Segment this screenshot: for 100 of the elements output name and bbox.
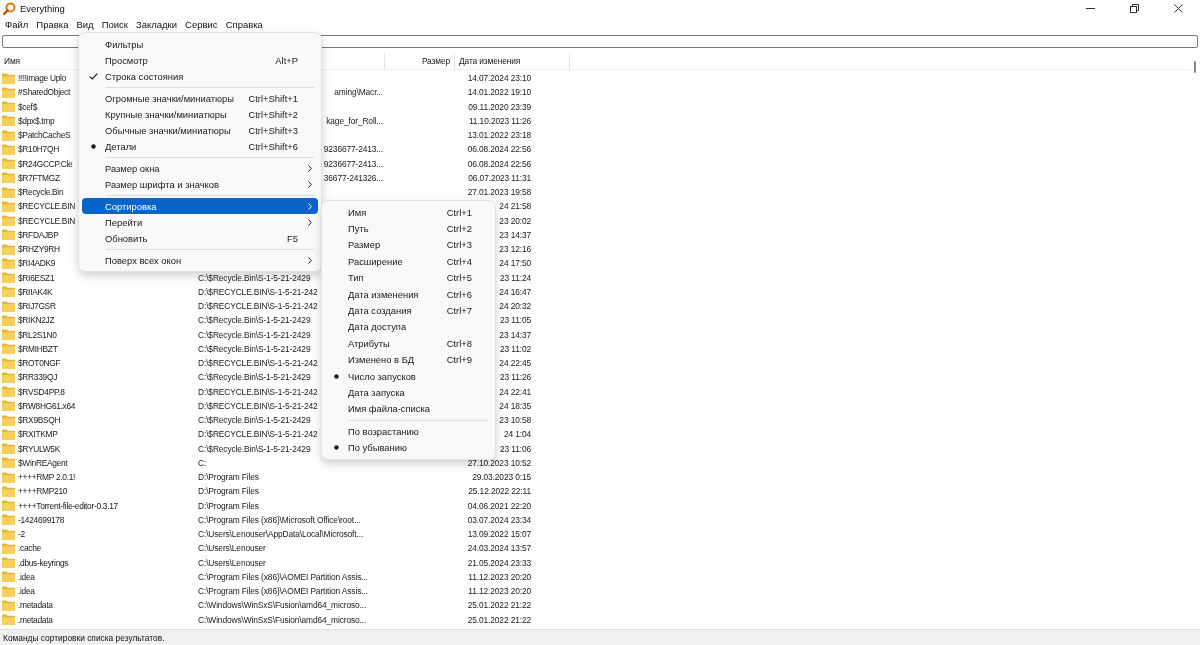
modified-date: 23 14:37 xyxy=(499,229,531,240)
folder-icon xyxy=(2,457,15,469)
modified-date: 27.10.2023 10:52 xyxy=(467,457,531,468)
menu-item[interactable]: Обычные значки/миниатюры Ctrl+Shift+3 xyxy=(82,122,318,138)
modified-date: 11.12.2023 20:20 xyxy=(468,571,531,582)
menu-bar-item[interactable]: Вид xyxy=(72,19,98,30)
bullet-icon xyxy=(334,445,339,451)
folder-icon xyxy=(2,371,15,383)
modified-date: 23 11:06 xyxy=(499,443,531,454)
menu-bar-item[interactable]: Поиск xyxy=(97,19,132,30)
column-header[interactable]: Размер xyxy=(385,53,455,69)
menu-item[interactable]: Размер окна xyxy=(82,160,318,176)
file-name: $RIJ7GSR xyxy=(18,301,56,312)
menu-item[interactable]: Расширение Ctrl+4 xyxy=(325,253,492,270)
modified-date: 23 11:02 xyxy=(499,343,531,354)
modified-date: 24 22:45 xyxy=(499,358,531,369)
menu-item[interactable]: Просмотр Alt+P xyxy=(82,52,318,68)
menu-item[interactable]: Дата запуска xyxy=(325,384,492,401)
folder-icon xyxy=(2,272,15,284)
menu-item[interactable]: Размер шрифта и значков xyxy=(82,176,318,192)
modified-date: 14.01.2022 19:10 xyxy=(467,87,531,98)
menu-item[interactable]: Изменено в БД Ctrl+9 xyxy=(325,351,492,368)
folder-icon xyxy=(2,314,15,326)
menu-bar-item[interactable]: Справка xyxy=(221,19,267,30)
file-name: $R24GCCP.Cle xyxy=(18,158,73,169)
file-path: C:\Program Files (x86)\Microsoft Office\root... xyxy=(198,514,361,525)
menu-item[interactable]: Атрибуты Ctrl+8 xyxy=(325,335,492,352)
menu-bar-item[interactable]: Закладки xyxy=(131,19,182,30)
menu-item[interactable]: Сортировка xyxy=(82,198,318,214)
menu-item[interactable]: Дата доступа xyxy=(325,318,492,336)
menu-item[interactable]: Число запусков xyxy=(325,367,492,385)
menu-item[interactable]: Обновить F5 xyxy=(82,230,318,246)
restore-icon xyxy=(1129,4,1139,13)
folder-icon xyxy=(2,229,15,241)
file-path: C:\Program Files (x86)\AOMEI Partition Assis... xyxy=(198,586,368,597)
file-path: D:\$RECYCLE.BIN\S-1-5-21-242 xyxy=(198,301,318,312)
modified-date: 25.01.2022 21:22 xyxy=(467,600,531,611)
menu-item[interactable]: Крупные значки/миниатюры Ctrl+Shift+2 xyxy=(82,106,318,122)
file-name: ++++Torrent-file-editor-0.3.17 xyxy=(18,500,118,511)
menu-item[interactable]: Размер Ctrl+3 xyxy=(325,236,492,254)
file-name: .metadata xyxy=(18,614,53,625)
file-name: !!!!Image Uplo xyxy=(18,73,66,84)
menu-item[interactable]: По возрастанию xyxy=(325,423,492,440)
column-header[interactable]: Дата изменения xyxy=(455,53,570,69)
menu-item[interactable]: По убыванию xyxy=(325,439,492,456)
file-path: C:\Program Files (x86)\AOMEI Partition Assis... xyxy=(198,571,368,582)
menu-item[interactable]: Фильтры xyxy=(82,36,318,52)
folder-icon xyxy=(2,343,15,355)
file-name: $RMIHBZT xyxy=(18,343,58,354)
file-name: $R7FTMGZ xyxy=(18,172,60,183)
menu-item[interactable]: Поверх всех окон xyxy=(82,252,318,268)
scrollbar-thumb[interactable] xyxy=(1194,61,1196,73)
menu-item[interactable]: Имя Ctrl+1 xyxy=(325,204,492,221)
menu-item[interactable]: Дата создания Ctrl+7 xyxy=(325,302,492,319)
file-path: C:\$Recycle.Bin\S-1-5-21-2429 xyxy=(198,329,311,340)
folder-icon xyxy=(2,300,15,312)
modified-date: 23 20:02 xyxy=(499,215,531,226)
modified-date: 24.03.2024 13:57 xyxy=(467,543,531,554)
menu-item[interactable]: Путь Ctrl+2 xyxy=(325,220,492,237)
menu-item[interactable]: Перейти xyxy=(82,214,318,230)
file-name: $RIIAK4K xyxy=(18,286,53,297)
menu-item[interactable]: Строка состояния xyxy=(82,68,318,84)
file-path: D:\$RECYCLE.BIN\S-1-5-21-242 xyxy=(198,358,318,369)
file-name: $cef$ xyxy=(18,101,37,112)
file-name: $RL2S1N0 xyxy=(18,329,57,340)
modified-date: 21.05.2024 23:33 xyxy=(467,557,531,568)
file-path: C:\$Recycle.Bin\S-1-5-21-2429 xyxy=(198,372,311,383)
modified-date: 27.01.2023 19:58 xyxy=(467,187,531,198)
menu-item[interactable]: Имя файла-списка xyxy=(325,400,492,418)
modified-date: 11.10.2023 11:26 xyxy=(468,115,531,126)
file-name: $RW8HG61.x64 xyxy=(18,400,76,411)
folder-icon xyxy=(2,129,15,141)
file-name: $dpx$.tmp xyxy=(18,115,55,126)
menu-item[interactable]: Тип Ctrl+5 xyxy=(325,269,492,286)
file-path: aming\Macr... xyxy=(334,87,383,98)
file-name: $RECYCLE.BIN xyxy=(18,215,75,226)
modified-date: 23 11:05 xyxy=(499,315,531,326)
folder-icon xyxy=(2,557,15,569)
folder-icon xyxy=(2,143,15,155)
modified-date: 23 12:16 xyxy=(499,244,531,255)
file-path: 9236677-2413... xyxy=(323,158,383,169)
file-name: $WinREAgent xyxy=(18,457,68,468)
file-name: $RIKN2JZ xyxy=(18,315,55,326)
menu-bar-item[interactable]: Файл xyxy=(1,19,33,30)
modified-date: 24 20:32 xyxy=(499,301,531,312)
file-name: $RXITKMP xyxy=(18,429,58,440)
menu-item[interactable]: Огромные значки/миниатюры Ctrl+Shift+1 xyxy=(82,90,318,106)
menu-bar-item[interactable]: Правка xyxy=(32,19,73,30)
menu-item[interactable]: Детали Ctrl+Shift+6 xyxy=(82,138,318,154)
folder-icon xyxy=(2,243,15,255)
folder-icon xyxy=(2,485,15,497)
bullet-icon xyxy=(334,373,339,379)
file-path: C:\$Recycle.Bin\S-1-5-21-2429 xyxy=(198,343,311,354)
chevron-right-icon xyxy=(308,256,312,264)
folder-icon xyxy=(2,186,15,198)
folder-icon xyxy=(2,329,15,341)
file-name: $RX9BSQH xyxy=(18,415,61,426)
menu-bar-item[interactable]: Сервис xyxy=(181,19,222,30)
menu-item[interactable]: Дата изменения Ctrl+6 xyxy=(325,285,492,303)
modified-date: 24 17:50 xyxy=(499,258,531,269)
